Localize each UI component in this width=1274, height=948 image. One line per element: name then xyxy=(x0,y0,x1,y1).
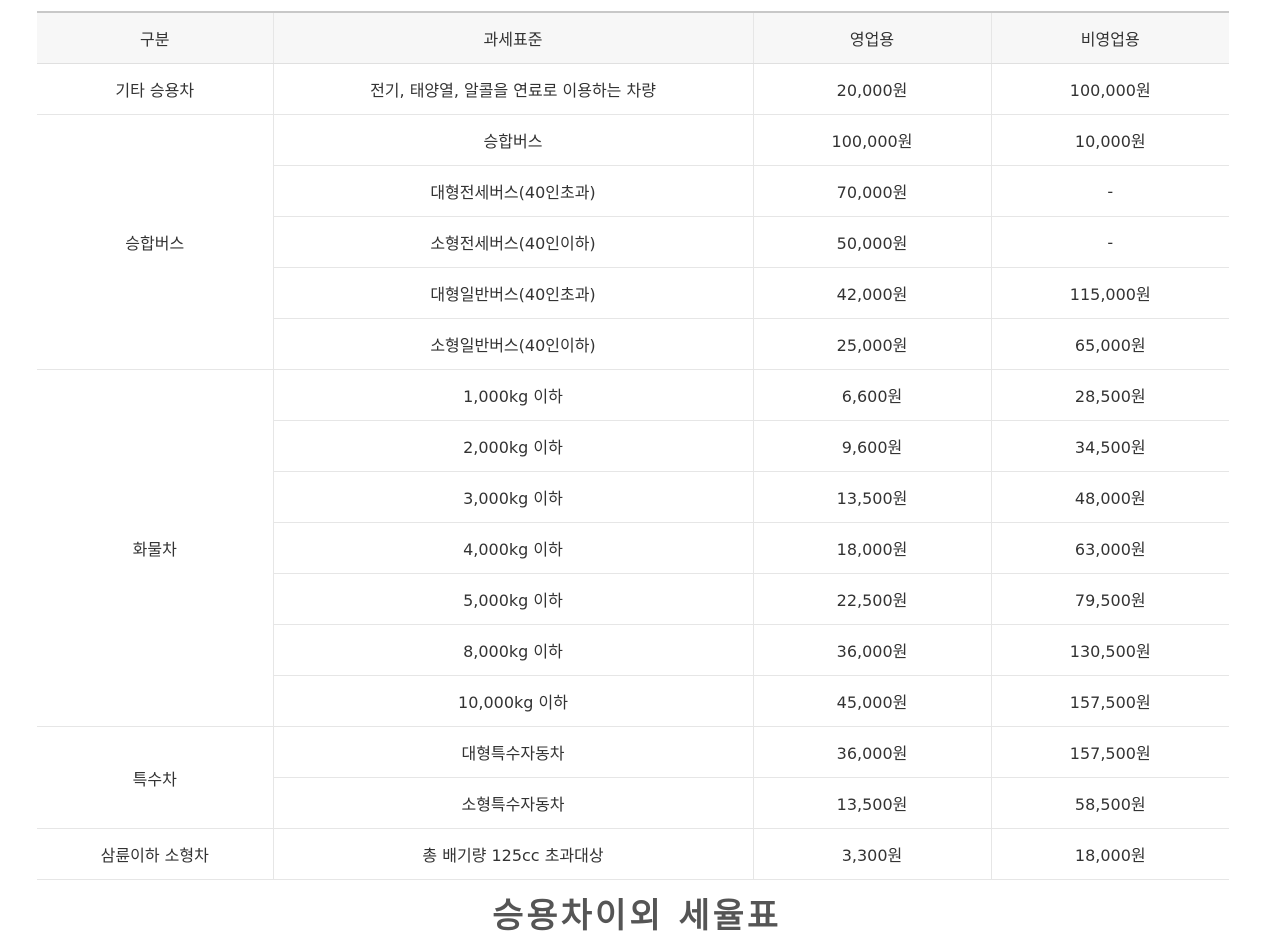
non-business-rate-cell: 100,000원 xyxy=(990,63,1229,115)
business-rate-cell: 36,000원 xyxy=(752,624,991,676)
table-caption: 승용차이외 세율표 xyxy=(492,896,782,936)
table-row: 삼륜이하 소형차 총 배기량 125cc 초과대상 3,300원 18,000원 xyxy=(37,828,1229,880)
business-rate-cell: 6,600원 xyxy=(752,369,991,421)
tax-standard-cell: 4,000kg 이하 xyxy=(273,522,753,574)
non-business-rate-cell: 18,000원 xyxy=(990,828,1229,880)
business-rate-cell: 70,000원 xyxy=(752,165,991,217)
non-business-rate-cell: 10,000원 xyxy=(990,114,1229,166)
category-cell: 화물차 xyxy=(37,369,274,727)
non-business-rate-cell: 115,000원 xyxy=(990,267,1229,319)
business-rate-cell: 3,300원 xyxy=(752,828,991,880)
header-row: 구분 과세표준 영업용 비영업용 xyxy=(37,12,1229,64)
header-tax-standard: 과세표준 xyxy=(272,12,753,64)
tax-standard-cell: 5,000kg 이하 xyxy=(273,573,753,625)
tax-standard-cell: 대형일반버스(40인초과) xyxy=(273,267,753,319)
table-body: 기타 승용차 전기, 태양열, 알콜을 연료로 이용하는 차량 20,000원 100… xyxy=(37,63,1229,880)
category-cell: 특수차 xyxy=(37,726,274,829)
tax-standard-cell: 대형특수자동차 xyxy=(273,726,753,778)
table-row: 승합버스 승합버스 100,000원 10,000원 xyxy=(37,114,1229,370)
category-cell: 기타 승용차 xyxy=(37,63,274,115)
business-rate-cell: 18,000원 xyxy=(752,522,991,574)
tax-standard-cell: 총 배기량 125cc 초과대상 xyxy=(273,828,753,880)
non-business-rate-cell: 63,000원 xyxy=(990,522,1229,574)
non-business-rate-cell: 48,000원 xyxy=(990,471,1229,523)
header-non-business-use: 비영업용 xyxy=(990,12,1229,64)
non-business-rate-cell: 28,500원 xyxy=(990,369,1229,421)
table-row: 기타 승용차 전기, 태양열, 알콜을 연료로 이용하는 차량 20,000원 100… xyxy=(37,63,1229,115)
category-cell: 삼륜이하 소형차 xyxy=(37,828,274,880)
non-business-rate-cell: 65,000원 xyxy=(990,318,1229,370)
non-business-rate-cell: - xyxy=(990,216,1229,268)
tax-standard-cell: 승합버스 xyxy=(273,114,753,166)
tax-standard-cell: 8,000kg 이하 xyxy=(273,624,753,676)
tax-rate-table: 구분 과세표준 영업용 비영업용 기타 승용차 전기, 태양열, 알콜을 연료로 … xyxy=(37,11,1229,880)
tax-standard-cell: 10,000kg 이하 xyxy=(273,675,753,727)
header-business-use: 영업용 xyxy=(752,12,991,64)
business-rate-cell: 100,000원 xyxy=(752,114,991,166)
tax-standard-cell: 2,000kg 이하 xyxy=(273,420,753,472)
table-row: 화물차 1,000kg 이하 6,600원 28,500원 xyxy=(37,369,1229,727)
non-business-rate-cell: 157,500원 xyxy=(990,726,1229,778)
table-row: 특수차 대형특수자동차 36,000원 157,500원 xyxy=(37,726,1229,829)
non-business-rate-cell: 58,500원 xyxy=(990,777,1229,829)
business-rate-cell: 13,500원 xyxy=(752,777,991,829)
business-rate-cell: 25,000원 xyxy=(752,318,991,370)
non-business-rate-cell: 130,500원 xyxy=(990,624,1229,676)
business-rate-cell: 42,000원 xyxy=(752,267,991,319)
business-rate-cell: 50,000원 xyxy=(752,216,991,268)
non-business-rate-cell: 157,500원 xyxy=(990,675,1229,727)
non-business-rate-cell: 79,500원 xyxy=(990,573,1229,625)
tax-standard-cell: 소형일반버스(40인이하) xyxy=(273,318,753,370)
tax-standard-cell: 대형전세버스(40인초과) xyxy=(273,165,753,217)
tax-standard-cell: 소형전세버스(40인이하) xyxy=(273,216,753,268)
tax-standard-cell: 1,000kg 이하 xyxy=(273,369,753,421)
business-rate-cell: 45,000원 xyxy=(752,675,991,727)
business-rate-cell: 13,500원 xyxy=(752,471,991,523)
tax-standard-cell: 소형특수자동차 xyxy=(273,777,753,829)
header-category: 구분 xyxy=(37,12,273,64)
tax-standard-cell: 전기, 태양열, 알콜을 연료로 이용하는 차량 xyxy=(273,63,753,115)
business-rate-cell: 9,600원 xyxy=(752,420,991,472)
tax-standard-cell: 3,000kg 이하 xyxy=(273,471,753,523)
business-rate-cell: 36,000원 xyxy=(752,726,991,778)
category-cell: 승합버스 xyxy=(37,114,274,370)
business-rate-cell: 20,000원 xyxy=(752,63,991,115)
non-business-rate-cell: - xyxy=(990,165,1229,217)
business-rate-cell: 22,500원 xyxy=(752,573,991,625)
non-business-rate-cell: 34,500원 xyxy=(990,420,1229,472)
tax-rate-table-container: 구분 과세표준 영업용 비영업용 기타 승용차 전기, 태양열, 알콜을 연료로 … xyxy=(37,11,1229,880)
